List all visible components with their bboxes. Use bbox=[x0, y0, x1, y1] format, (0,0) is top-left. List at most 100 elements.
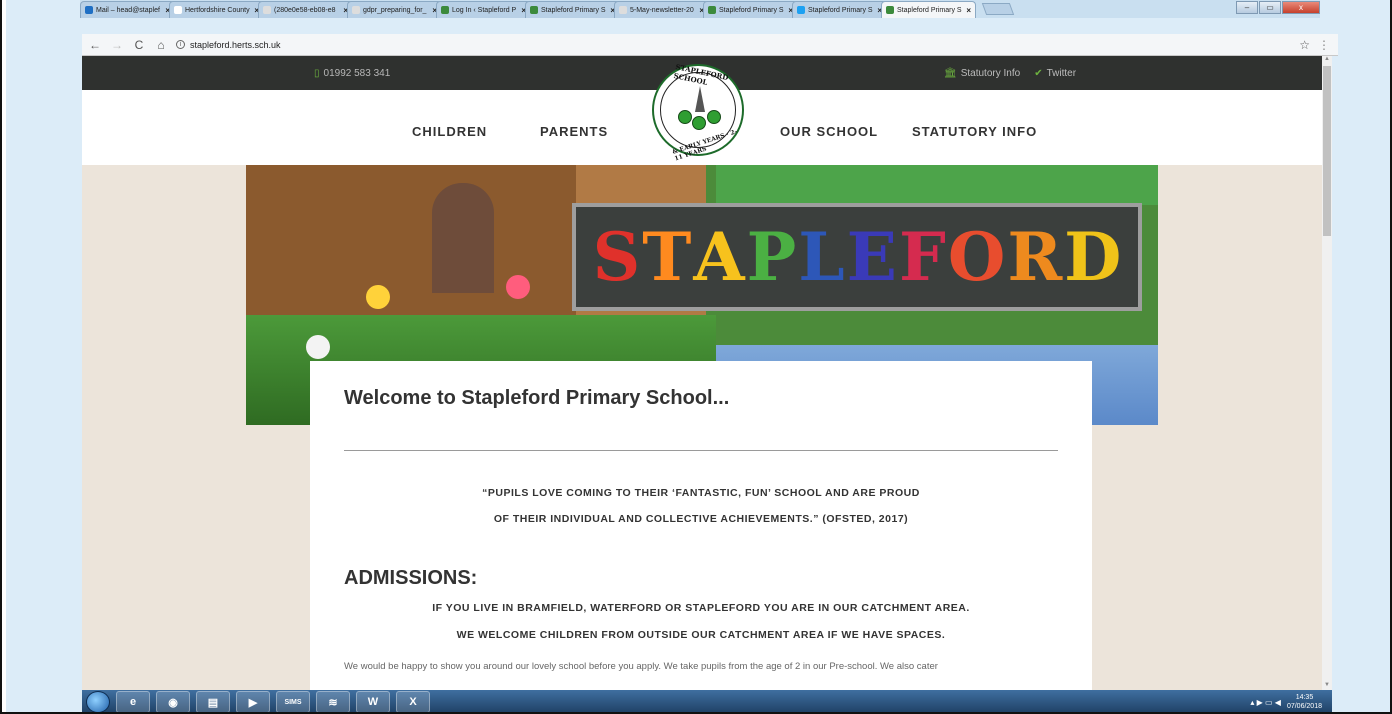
nav-our-school[interactable]: OUR SCHOOL bbox=[780, 124, 878, 139]
top-links: 🏛 Statutory Info ✔ Twitter bbox=[944, 68, 1076, 79]
spotify-icon[interactable]: ≋ bbox=[316, 691, 350, 713]
scroll-up-arrow[interactable]: ▲ bbox=[1322, 56, 1332, 64]
page-title: Welcome to Stapleford Primary School... bbox=[344, 387, 730, 409]
windows-taskbar: e ◉ ▤ ▶ SIMS ≋ W X ▴ ▶ ▭ ◀ 14:35 07/06/2018 bbox=[82, 690, 1332, 714]
nav-parents[interactable]: PARENTS bbox=[540, 124, 608, 139]
phone-text: 01992 583 341 bbox=[323, 67, 391, 79]
system-clock[interactable]: 14:35 07/06/2018 bbox=[1287, 693, 1322, 711]
restore-button[interactable]: ▭ bbox=[1259, 1, 1281, 14]
forward-button[interactable]: → bbox=[110, 38, 124, 52]
chrome-icon[interactable]: ◉ bbox=[156, 691, 190, 713]
tab-label: Hertfordshire County bbox=[185, 6, 250, 14]
page-scrollbar[interactable]: ▲ ▼ bbox=[1322, 56, 1332, 690]
banner-letter: D bbox=[1064, 218, 1122, 296]
new-tab-button[interactable] bbox=[981, 3, 1015, 15]
scroll-thumb[interactable] bbox=[1323, 66, 1331, 236]
twitter-icon: ✔ bbox=[1034, 67, 1043, 79]
ie-icon[interactable]: e bbox=[116, 691, 150, 713]
building-icon: 🏛 bbox=[944, 67, 957, 79]
banner-letter: P bbox=[746, 218, 797, 296]
clock-date: 07/06/2018 bbox=[1286, 703, 1322, 710]
browser-tab[interactable]: (280e0e58-eb08-e8 × bbox=[258, 1, 353, 18]
back-button[interactable]: ← bbox=[88, 38, 102, 52]
browser-tab[interactable]: Mail – head@staplef × bbox=[80, 1, 175, 18]
explorer-icon[interactable]: ▤ bbox=[196, 691, 230, 713]
tab-label: gdpr_preparing_for_ bbox=[363, 6, 427, 14]
start-button[interactable] bbox=[86, 691, 110, 713]
excel-icon[interactable]: X bbox=[396, 691, 430, 713]
banner-letter: A bbox=[693, 218, 745, 296]
media-icon[interactable]: ▶ bbox=[236, 691, 270, 713]
flower-icon bbox=[506, 275, 530, 299]
tab-close-icon[interactable]: × bbox=[966, 6, 971, 15]
browser-tab[interactable]: Stapleford Primary S × bbox=[881, 1, 976, 18]
browser-tab[interactable]: Hertfordshire County × bbox=[169, 1, 264, 18]
tab-label: Mail – head@staplef bbox=[96, 6, 160, 14]
tab-label: Stapleford Primary S bbox=[541, 6, 606, 14]
twitter-link[interactable]: ✔ Twitter bbox=[1034, 68, 1076, 79]
banner-letter: R bbox=[1007, 218, 1063, 296]
browser-tab[interactable]: gdpr_preparing_for_ × bbox=[347, 1, 442, 18]
statutory-info-link[interactable]: 🏛 Statutory Info bbox=[944, 68, 1020, 79]
home-button[interactable]: ⌂ bbox=[154, 38, 168, 52]
catchment-line1: IF YOU LIVE IN BRAMFIELD, WATERFORD OR S… bbox=[432, 602, 970, 614]
minimize-button[interactable]: – bbox=[1236, 1, 1258, 14]
tab-favicon-icon bbox=[530, 6, 538, 14]
banner-letter: T bbox=[642, 218, 692, 296]
browser-tab[interactable]: 5-May-newsletter-20 × bbox=[614, 1, 709, 18]
divider bbox=[344, 450, 1058, 451]
sims-icon[interactable]: SIMS bbox=[276, 691, 310, 713]
hero-door bbox=[432, 183, 494, 293]
nav-children[interactable]: CHILDREN bbox=[412, 124, 487, 139]
phone-icon: ▯ bbox=[314, 67, 320, 79]
welcome-card: Welcome to Stapleford Primary School... … bbox=[310, 361, 1092, 690]
browser-tab[interactable]: Stapleford Primary S × bbox=[525, 1, 620, 18]
reload-button[interactable]: C bbox=[132, 38, 146, 52]
tab-label: 5-May-newsletter-20 bbox=[630, 6, 694, 14]
browser-tab[interactable]: Stapleford Primary S × bbox=[792, 1, 887, 18]
browser-menu-icon[interactable]: ⋮ bbox=[1318, 38, 1330, 52]
ofsted-quote-line2: OF THEIR INDIVIDUAL AND COLLECTIVE ACHIE… bbox=[493, 513, 909, 525]
tab-favicon-icon bbox=[441, 6, 449, 14]
flower-icon bbox=[306, 335, 330, 359]
twitter-label: Twitter bbox=[1046, 67, 1077, 79]
window-controls: – ▭ x bbox=[1236, 1, 1320, 14]
close-window-button[interactable]: x bbox=[1282, 1, 1320, 14]
browser-tab[interactable]: Stapleford Primary S × bbox=[703, 1, 798, 18]
tab-favicon-icon bbox=[886, 6, 894, 14]
admissions-paragraph: We would be happy to show you around our… bbox=[344, 661, 938, 672]
church-steeple-icon bbox=[695, 86, 705, 112]
tab-favicon-icon bbox=[352, 6, 360, 14]
tab-favicon-icon bbox=[619, 6, 627, 14]
banner-letter: S bbox=[592, 218, 641, 296]
school-logo[interactable]: STAPLEFORD SCHOOL & EARLY YEARS · 2-11 Y… bbox=[652, 62, 744, 162]
banner-letter: O bbox=[947, 218, 1006, 296]
browser-tab[interactable]: Log In ‹ Stapleford P × bbox=[436, 1, 531, 18]
tab-favicon-icon bbox=[797, 6, 805, 14]
scroll-down-arrow[interactable]: ▼ bbox=[1322, 682, 1332, 690]
word-icon[interactable]: W bbox=[356, 691, 390, 713]
tab-label: Stapleford Primary S bbox=[897, 6, 962, 14]
flower-icon bbox=[366, 285, 390, 309]
tab-label: Stapleford Primary S bbox=[719, 6, 784, 14]
tree-icon bbox=[678, 110, 692, 124]
phone-number[interactable]: ▯ 01992 583 341 bbox=[314, 68, 390, 79]
info-icon[interactable]: i bbox=[176, 40, 185, 49]
clock-time: 14:35 bbox=[1295, 694, 1314, 701]
tab-label: Stapleford Primary S bbox=[808, 6, 873, 14]
system-tray: ▴ ▶ ▭ ◀ 14:35 07/06/2018 bbox=[1250, 693, 1332, 711]
browser-toolbar: ← → C ⌂ i stapleford.herts.sch.uk ☆ ⋮ bbox=[82, 34, 1338, 56]
hero-leaves bbox=[716, 165, 1158, 205]
tab-favicon-icon bbox=[263, 6, 271, 14]
tray-icons[interactable]: ▴ ▶ ▭ ◀ bbox=[1250, 698, 1281, 707]
web-page: ▯ 01992 583 341 🏛 Statutory Info ✔ Twitter … bbox=[82, 56, 1322, 690]
banner-letter: F bbox=[898, 218, 946, 296]
address-bar[interactable]: i stapleford.herts.sch.uk bbox=[176, 40, 281, 50]
left-edge bbox=[0, 0, 6, 714]
tree-icon bbox=[692, 116, 706, 130]
ofsted-quote-line1: “PUPILS LOVE COMING TO THEIR ‘FANTASTIC,… bbox=[482, 487, 920, 499]
statutory-info-label: Statutory Info bbox=[960, 67, 1021, 79]
nav-statutory-info[interactable]: STATUTORY INFO bbox=[912, 124, 1037, 139]
url-text[interactable]: stapleford.herts.sch.uk bbox=[190, 40, 281, 50]
bookmark-star-icon[interactable]: ☆ bbox=[1299, 38, 1310, 52]
